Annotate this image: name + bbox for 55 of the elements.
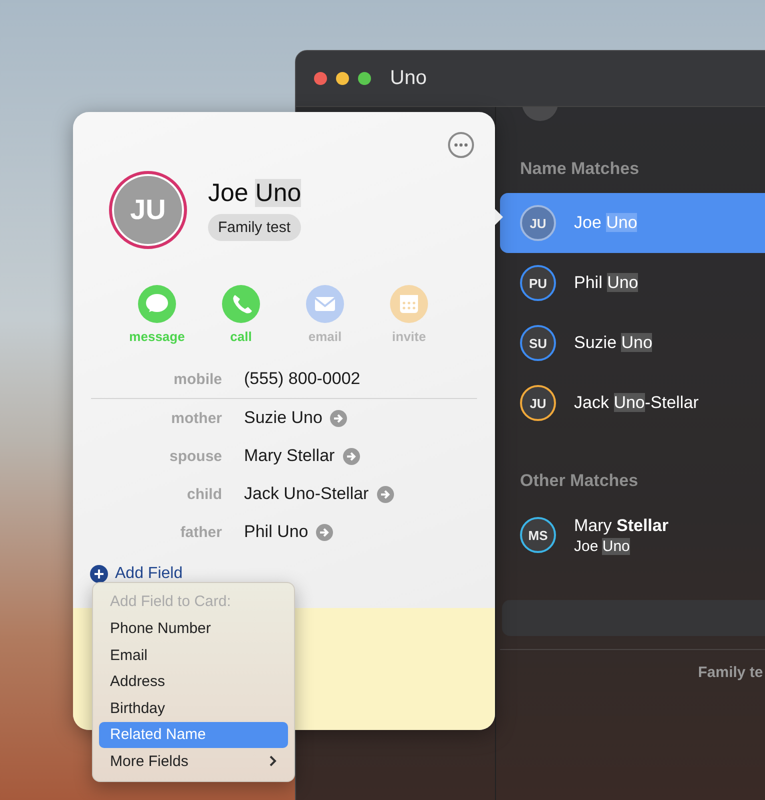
menu-item[interactable]: Birthday (99, 695, 288, 722)
contact-detail: Joe Uno (574, 538, 631, 554)
menu-item[interactable]: More Fields (99, 748, 288, 774)
field-label: father (179, 524, 222, 540)
menu-item[interactable]: Email (99, 642, 288, 668)
plus-circle-icon (90, 565, 108, 583)
footer-label: Family te (698, 664, 764, 681)
contact-avatar: JU (520, 385, 556, 421)
field-label: mother (170, 410, 222, 426)
arrow-right-circle-icon[interactable] (330, 410, 348, 426)
arrow-right-circle-icon[interactable] (342, 448, 360, 464)
section-header: Other Matches (519, 470, 640, 492)
contact-avatar: JU (109, 171, 187, 249)
minimize-button[interactable] (336, 72, 349, 85)
contact-name: Mary Stellar (574, 516, 668, 536)
group-tag: Family test (208, 214, 301, 241)
contact-row[interactable]: MS Mary Stellar Joe Uno (500, 505, 765, 565)
menu-header: Add Field to Card: (109, 592, 232, 612)
field-value: Mary Stellar (244, 446, 335, 466)
contact-row[interactable]: SU Suzie Uno (500, 313, 765, 373)
field-label: child (186, 486, 222, 502)
chevron-right-icon (269, 755, 277, 768)
field-label: spouse (168, 448, 222, 464)
contact-name: Joe Uno (208, 179, 302, 208)
contact-avatar: JU (520, 205, 556, 241)
contact-avatar: SU (520, 325, 556, 361)
add-field-link[interactable]: Add Field (90, 565, 183, 583)
zoom-button[interactable] (358, 72, 371, 85)
section-header: Name Matches (519, 158, 640, 180)
contact-avatar: PU (520, 265, 556, 301)
arrow-right-circle-icon[interactable] (316, 524, 334, 540)
speech-bubble-icon (138, 285, 176, 323)
close-button[interactable] (314, 72, 327, 85)
calendar-icon (390, 285, 428, 323)
contact-row[interactable]: JU Joe Uno (500, 193, 765, 253)
contact-avatar: MS (520, 517, 556, 553)
contact-name: Joe Uno (574, 213, 638, 233)
field-label: mobile (172, 370, 222, 388)
menu-item[interactable]: Address (99, 668, 288, 695)
arrow-right-circle-icon[interactable] (376, 486, 394, 502)
contact-name: Suzie Uno (574, 333, 652, 353)
field-value: Jack Uno-Stellar (244, 484, 369, 504)
field-value: (555) 800-0002 (244, 369, 360, 389)
field-value: Phil Uno (244, 522, 308, 542)
field-value: Suzie Uno (244, 408, 322, 428)
contact-name: Phil Uno (574, 273, 638, 293)
phone-icon (222, 285, 260, 323)
more-options-button[interactable] (448, 132, 474, 158)
contact-row[interactable]: JU Jack Uno-Stellar (500, 373, 765, 433)
menu-item[interactable]: Phone Number (99, 616, 288, 642)
contact-row[interactable]: PU Phil Uno (500, 253, 765, 313)
contact-name: Jack Uno-Stellar (574, 393, 699, 413)
ellipsis-icon (454, 143, 468, 147)
window-title: Uno (390, 67, 427, 90)
envelope-icon (306, 285, 344, 323)
